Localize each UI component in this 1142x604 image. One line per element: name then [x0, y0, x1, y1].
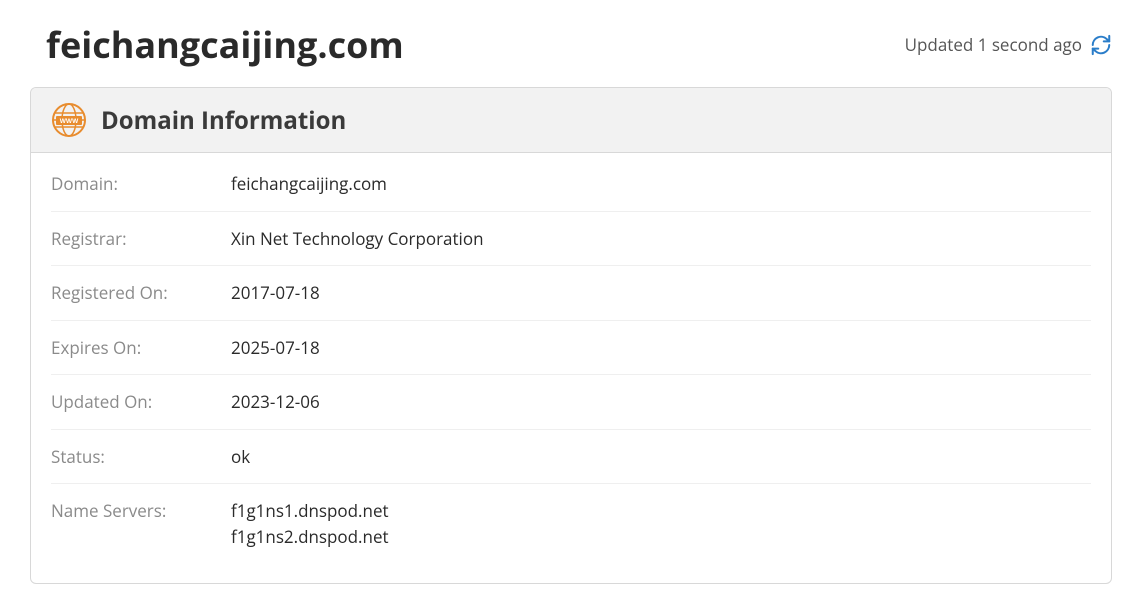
row-value: ok: [231, 444, 250, 470]
domain-title: feichangcaijing.com: [30, 20, 404, 69]
row-label: Registrar:: [51, 226, 231, 252]
row-label: Updated On:: [51, 389, 231, 415]
info-row-updated-on: Updated On: 2023-12-06: [51, 375, 1091, 430]
info-row-domain: Domain: feichangcaijing.com: [51, 157, 1091, 212]
page-header: feichangcaijing.com Updated 1 second ago: [30, 20, 1112, 69]
updated-text: Updated 1 second ago: [905, 33, 1082, 56]
card-body: Domain: feichangcaijing.com Registrar: X…: [31, 153, 1111, 583]
card-title: Domain Information: [101, 104, 346, 137]
info-row-registrar: Registrar: Xin Net Technology Corporatio…: [51, 212, 1091, 267]
row-value: feichangcaijing.com: [231, 171, 387, 197]
row-label: Registered On:: [51, 280, 231, 306]
card-header: WWW Domain Information: [31, 88, 1111, 153]
info-row-expires-on: Expires On: 2025-07-18: [51, 321, 1091, 376]
row-label: Status:: [51, 444, 231, 470]
row-label: Name Servers:: [51, 498, 231, 549]
row-label: Domain:: [51, 171, 231, 197]
info-row-registered-on: Registered On: 2017-07-18: [51, 266, 1091, 321]
domain-info-card: WWW Domain Information Domain: feichangc…: [30, 87, 1112, 584]
refresh-icon[interactable]: [1090, 34, 1112, 56]
row-value: f1g1ns1.dnspod.net f1g1ns2.dnspod.net: [231, 498, 389, 549]
row-value: 2025-07-18: [231, 335, 320, 361]
row-label: Expires On:: [51, 335, 231, 361]
svg-text:WWW: WWW: [60, 118, 79, 125]
row-value: Xin Net Technology Corporation: [231, 226, 484, 252]
updated-status: Updated 1 second ago: [905, 33, 1112, 56]
info-row-name-servers: Name Servers: f1g1ns1.dnspod.net f1g1ns2…: [51, 484, 1091, 563]
www-icon: WWW: [51, 102, 87, 138]
row-value: 2017-07-18: [231, 280, 320, 306]
row-value: 2023-12-06: [231, 389, 320, 415]
info-row-status: Status: ok: [51, 430, 1091, 485]
